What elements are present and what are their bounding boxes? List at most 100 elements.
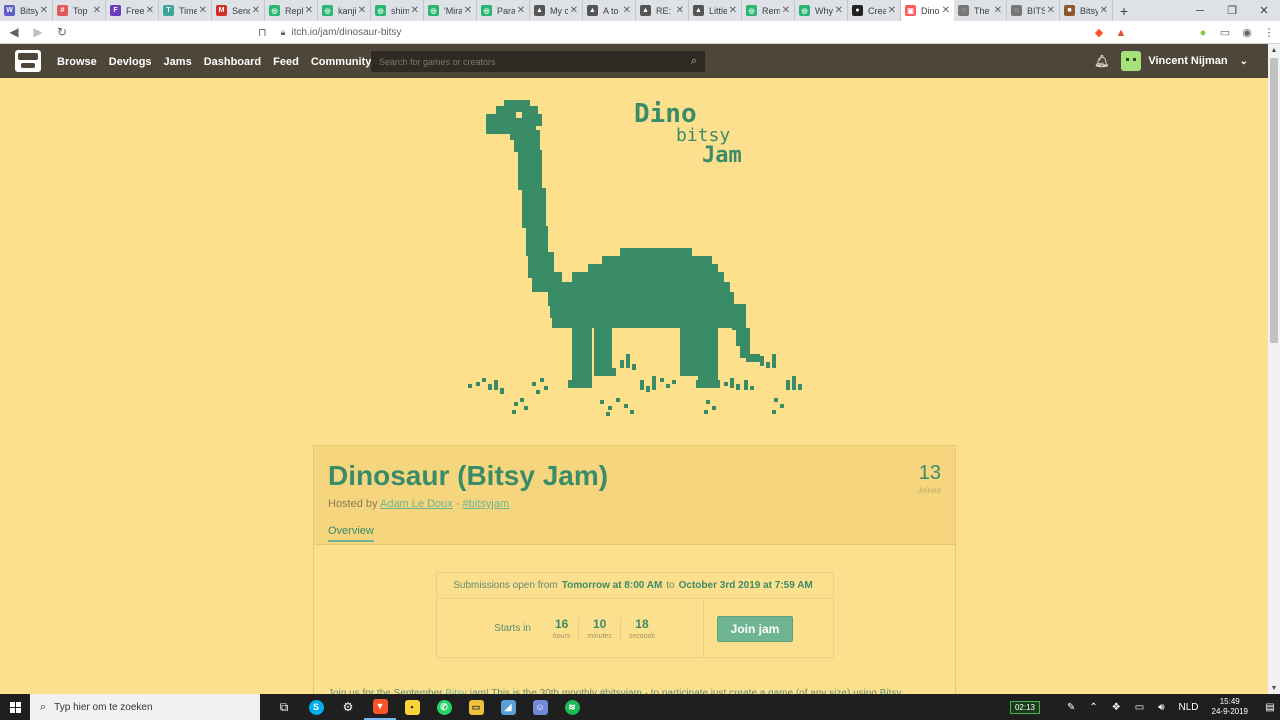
search-input[interactable]	[379, 56, 691, 67]
nav-browse[interactable]: Browse	[57, 56, 97, 68]
browser-tab[interactable]: ▲ My c ✕	[530, 0, 583, 21]
page-scrollbar[interactable]: ▲ ▼	[1268, 44, 1280, 694]
bell-icon[interactable]: 🔔︎	[1094, 54, 1109, 68]
app-icon[interactable]: ◢	[492, 694, 524, 720]
tab-close-icon[interactable]: ✕	[1100, 5, 1108, 16]
maximize-icon[interactable]: ❐	[1216, 0, 1248, 21]
scroll-up-icon[interactable]: ▲	[1268, 44, 1280, 56]
tab-close-icon[interactable]: ✕	[252, 5, 260, 16]
browser-tab[interactable]: ▲ A to ✕	[583, 0, 636, 21]
scroll-thumb[interactable]	[1270, 58, 1278, 343]
spotify-icon[interactable]: ≋	[556, 694, 588, 720]
tab-close-icon[interactable]: ✕	[464, 5, 472, 16]
avatar[interactable]	[1121, 51, 1142, 71]
joined-count[interactable]: 13	[919, 462, 941, 485]
tab-close-icon[interactable]: ✕	[517, 5, 525, 16]
file-explorer-icon[interactable]: ▭	[460, 694, 492, 720]
nav-devlogs[interactable]: Devlogs	[109, 56, 152, 68]
browser-tab[interactable]: ◎ Why ✕	[795, 0, 848, 21]
discord-icon[interactable]: ☺	[524, 694, 556, 720]
profile-icon[interactable]: ◉	[1236, 22, 1258, 44]
pen-icon[interactable]: ✎	[1067, 702, 1075, 713]
tab-close-icon[interactable]: ✕	[93, 5, 101, 16]
browser-tab[interactable]: ▣ Dino ✕	[901, 0, 954, 21]
tab-close-icon[interactable]: ✕	[835, 5, 843, 16]
chevron-up-icon[interactable]: ⌃	[1089, 702, 1097, 713]
new-tab-button[interactable]: +	[1113, 0, 1135, 21]
browser-tab[interactable]: ▲ RE: N✕	[636, 0, 689, 21]
tab-close-icon[interactable]: ✕	[676, 5, 684, 16]
browser-tab[interactable]: T Time✕	[159, 0, 212, 21]
browser-tab[interactable]: # Top ✕	[53, 0, 106, 21]
brave-browser-icon[interactable]: ▼	[364, 694, 396, 720]
forward-icon[interactable]: ▶	[28, 22, 48, 42]
sidebar-icon[interactable]: ▭	[1214, 22, 1236, 44]
nav-community[interactable]: Community	[311, 56, 372, 68]
host-link[interactable]: Adam Le Doux	[380, 498, 453, 510]
clock[interactable]: 15:49 24-9-2019	[1212, 697, 1248, 717]
nav-feed[interactable]: Feed	[273, 56, 299, 68]
tab-close-icon[interactable]: ✕	[942, 5, 950, 16]
nav-dashboard[interactable]: Dashboard	[204, 56, 261, 68]
browser-tab[interactable]: W Bitsy ✕	[0, 0, 53, 21]
browser-tab[interactable]: ▲ Little ✕	[689, 0, 742, 21]
tab-close-icon[interactable]: ✕	[994, 5, 1002, 16]
itchio-logo-icon[interactable]	[15, 50, 41, 72]
tab-close-icon[interactable]: ✕	[199, 5, 207, 16]
sticky-notes-icon[interactable]: ▪	[396, 694, 428, 720]
taskbar-search[interactable]: ⌕ Typ hier om te zoeken	[30, 694, 260, 720]
whatsapp-icon[interactable]: ✆	[428, 694, 460, 720]
browser-tab[interactable]: ◎ kanji ✕	[318, 0, 371, 21]
browser-tab[interactable]: ◌ The ✕	[954, 0, 1007, 21]
tag-link[interactable]: #bitsyjam	[463, 498, 509, 510]
extension-icon[interactable]: ●	[1192, 22, 1214, 44]
volume-icon[interactable]: 🔊︎	[1158, 702, 1164, 713]
browser-tab[interactable]: ◎ Para ✕	[477, 0, 530, 21]
menu-icon[interactable]: ⋮	[1258, 22, 1280, 44]
battery-timer[interactable]: 02:13	[1009, 700, 1040, 714]
browser-tab[interactable]: F Free ✕	[106, 0, 159, 21]
browser-tab[interactable]: ◎ Repl ✕	[265, 0, 318, 21]
browser-tab[interactable]: M Send✕	[212, 0, 265, 21]
scroll-down-icon[interactable]: ▼	[1268, 682, 1280, 694]
brave-rewards-icon[interactable]: ▲	[1110, 22, 1132, 44]
notifications-icon[interactable]: ▤	[1260, 694, 1280, 720]
browser-tab[interactable]: ◎ shim ✕	[371, 0, 424, 21]
chevron-down-icon[interactable]: ⌄	[1240, 56, 1248, 67]
task-view-icon[interactable]: ⧉	[268, 694, 300, 720]
browser-tab[interactable]: ■ Bitsy ✕	[1060, 0, 1113, 21]
bookmark-icon[interactable]: ⊓	[258, 26, 267, 39]
tab-close-icon[interactable]: ✕	[411, 5, 419, 16]
tab-close-icon[interactable]: ✕	[305, 5, 313, 16]
tab-close-icon[interactable]: ✕	[782, 5, 790, 16]
tab-close-icon[interactable]: ✕	[146, 5, 154, 16]
skype-icon[interactable]: S	[300, 694, 332, 720]
minimize-icon[interactable]: ─	[1184, 0, 1216, 21]
lock-icon[interactable]: 🔒︎	[281, 27, 286, 38]
tab-close-icon[interactable]: ✕	[358, 5, 366, 16]
browser-tab[interactable]: ◌ BITS✕	[1007, 0, 1060, 21]
tab-close-icon[interactable]: ✕	[888, 5, 896, 16]
tab-close-icon[interactable]: ✕	[570, 5, 578, 16]
tab-overview[interactable]: Overview	[328, 525, 374, 542]
tab-close-icon[interactable]: ✕	[729, 5, 737, 16]
close-window-icon[interactable]: ✕	[1248, 0, 1280, 21]
browser-tab[interactable]: ● Crea ✕	[848, 0, 901, 21]
settings-icon[interactable]: ⚙	[332, 694, 364, 720]
reload-icon[interactable]: ↻	[52, 22, 72, 42]
windows-start-icon[interactable]	[0, 694, 30, 720]
nav-jams[interactable]: Jams	[164, 56, 192, 68]
browser-tab[interactable]: ◎ Rem ✕	[742, 0, 795, 21]
network-icon[interactable]: ▭	[1135, 702, 1144, 713]
browser-tab[interactable]: ◎ 'Mira ✕	[424, 0, 477, 21]
dropbox-icon[interactable]: ❖	[1112, 702, 1121, 713]
tab-close-icon[interactable]: ✕	[1047, 5, 1055, 16]
tab-close-icon[interactable]: ✕	[40, 5, 48, 16]
join-jam-button[interactable]: Join jam	[717, 616, 793, 642]
search-icon[interactable]: ⌕	[691, 55, 697, 68]
url-field[interactable]: ⊓ 🔒︎ itch.io/jam/dinosaur-bitsy	[258, 23, 958, 42]
language-indicator[interactable]: NLD	[1179, 702, 1199, 713]
back-icon[interactable]: ◀	[4, 22, 24, 42]
brave-shield-icon[interactable]: ◆	[1088, 22, 1110, 44]
tab-close-icon[interactable]: ✕	[623, 5, 631, 16]
